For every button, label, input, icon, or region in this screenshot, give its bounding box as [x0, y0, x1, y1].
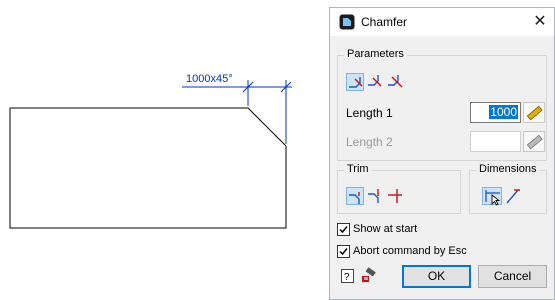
length1-input[interactable]: 1000: [470, 102, 521, 123]
length1-value: 1000: [489, 105, 518, 119]
trim-both-icon: [349, 192, 360, 204]
cad-drawing-canvas[interactable]: 1000x45°: [0, 0, 330, 300]
cancel-button[interactable]: Cancel: [478, 265, 547, 288]
parameters-group: Parameters Length 1 1000 Length 2: [337, 48, 547, 161]
trim-both-button[interactable]: [346, 187, 364, 205]
trim-none-button[interactable]: [386, 187, 404, 205]
chamfer-dialog: Chamfer ✕ Parameters Length 1 1000 Lengt…: [329, 7, 555, 300]
dimensions-group: Dimensions: [469, 163, 547, 214]
dimension-pointer-icon: [485, 190, 501, 206]
chamfer-type-two-lengths-button[interactable]: [366, 73, 384, 91]
checkmark-icon: [339, 248, 348, 256]
ruler-disabled-icon: [526, 134, 543, 150]
help-icon[interactable]: ?: [340, 268, 356, 284]
properties-brush-icon[interactable]: [361, 267, 377, 283]
dimension-angle-icon: [506, 189, 520, 204]
length1-measure-button[interactable]: [523, 102, 545, 123]
trim-none-icon: [388, 189, 402, 203]
show-at-start-label: Show at start: [353, 223, 418, 235]
trim-group-label: Trim: [344, 163, 372, 175]
trim-group: Trim: [337, 163, 461, 214]
chamfer-type-two-lengths-icon: [368, 75, 382, 87]
chamfer-type-length-angle-icon: [349, 77, 363, 88]
ok-button[interactable]: OK: [402, 265, 471, 288]
dimension-text: 1000x45°: [186, 73, 233, 85]
ruler-icon: [526, 105, 543, 121]
chamfer-app-icon: [339, 14, 355, 30]
length2-label: Length 2: [346, 135, 393, 149]
trim-first-icon: [368, 189, 379, 203]
parameters-group-label: Parameters: [344, 48, 407, 60]
chamfered-rectangle: [9, 107, 287, 229]
abort-by-esc-label: Abort command by Esc: [353, 245, 467, 257]
dialog-title: Chamfer: [361, 15, 408, 29]
length1-label: Length 1: [346, 106, 393, 120]
chamfer-type-distance-button[interactable]: [386, 73, 404, 91]
svg-text:?: ?: [344, 272, 350, 283]
dialog-titlebar: Chamfer ✕: [330, 8, 554, 36]
chamfer-type-length-angle-button[interactable]: [346, 73, 364, 91]
dimension-create-button[interactable]: [482, 187, 502, 206]
show-at-start-checkbox[interactable]: [337, 223, 350, 236]
dimensions-group-label: Dimensions: [476, 163, 540, 175]
abort-by-esc-checkbox[interactable]: [337, 245, 350, 258]
length2-measure-button[interactable]: [523, 131, 545, 152]
trim-first-button[interactable]: [366, 187, 384, 205]
chamfer-type-distance-icon: [388, 75, 403, 88]
close-button[interactable]: ✕: [528, 10, 552, 34]
length2-input[interactable]: [470, 131, 521, 152]
checkmark-icon: [339, 226, 348, 234]
dimension-angle-button[interactable]: [504, 187, 522, 205]
